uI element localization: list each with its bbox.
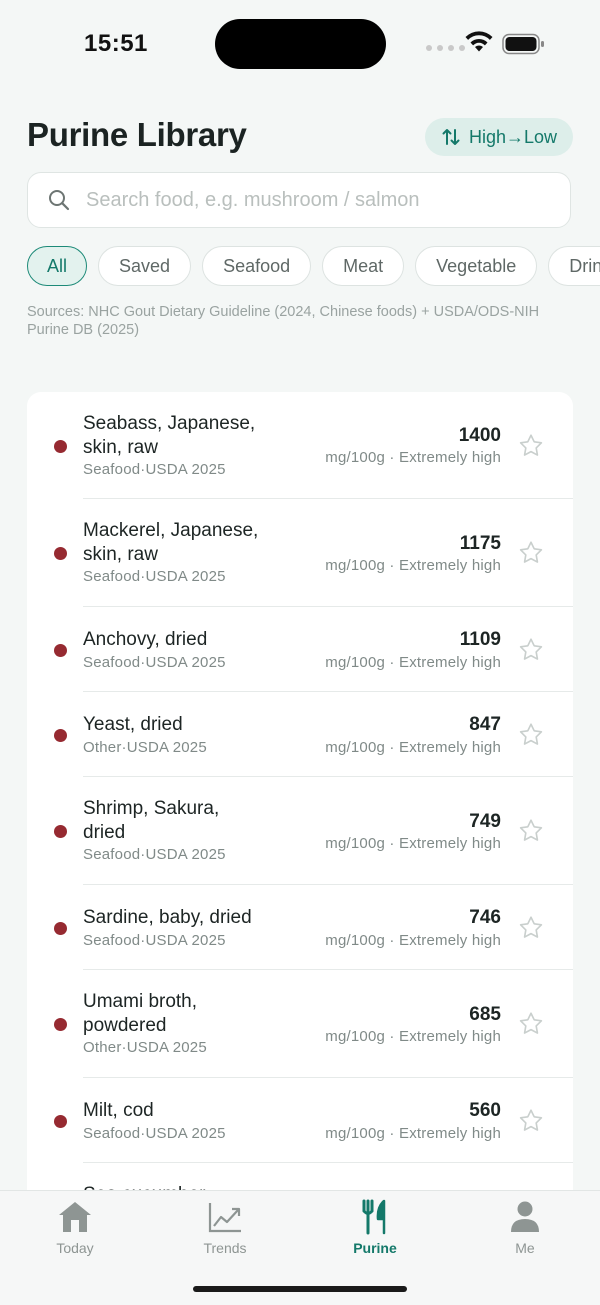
purine-unit-level: mg/100g · Extremely high xyxy=(325,1125,501,1142)
food-category-source: Other·USDA 2025 xyxy=(83,1039,207,1056)
food-row[interactable]: Anchovy, dried Seafood·USDA 2025 1109 mg… xyxy=(27,607,573,692)
home-icon xyxy=(59,1202,91,1232)
level-indicator-dot xyxy=(54,1018,67,1031)
food-name: Umami broth, powdered xyxy=(83,991,198,1036)
person-icon xyxy=(511,1201,539,1232)
food-category-source: Seafood·USDA 2025 xyxy=(83,846,226,863)
favorite-star-icon[interactable] xyxy=(517,721,545,749)
tab-purine[interactable]: Purine xyxy=(325,1199,425,1256)
food-name: Shrimp, Sakura, dried xyxy=(83,798,220,843)
status-time: 15:51 xyxy=(84,30,148,57)
sources-note: Sources: NHC Gout Dietary Guideline (202… xyxy=(27,304,540,338)
dynamic-island xyxy=(215,19,386,69)
favorite-star-icon[interactable] xyxy=(517,1107,545,1135)
food-list: Seabass, Japanese, skin, raw Seafood·USD… xyxy=(27,392,573,1292)
filter-chip-saved[interactable]: Saved xyxy=(98,246,192,286)
purine-value: 847 xyxy=(469,714,501,735)
purine-unit-level: mg/100g · Extremely high xyxy=(325,449,501,466)
purine-value: 749 xyxy=(469,811,501,832)
search-input[interactable] xyxy=(84,187,548,213)
status-bar: 15:51 xyxy=(0,0,600,90)
purine-value: 746 xyxy=(469,907,501,928)
food-row[interactable]: Shrimp, Sakura, dried Seafood·USDA 2025 … xyxy=(27,777,573,885)
purine-unit-level: mg/100g · Extremely high xyxy=(325,739,501,756)
purine-unit-level: mg/100g · Extremely high xyxy=(325,557,501,574)
favorite-star-icon[interactable] xyxy=(517,914,545,942)
filter-chip-seafood[interactable]: Seafood xyxy=(202,246,312,286)
food-row[interactable]: Sardine, baby, dried Seafood·USDA 2025 7… xyxy=(27,885,573,970)
filter-chip-drink[interactable]: Drin xyxy=(548,246,600,286)
favorite-star-icon[interactable] xyxy=(517,432,545,460)
fork-knife-icon xyxy=(362,1199,386,1235)
level-indicator-dot xyxy=(54,922,67,935)
food-category-source: Seafood·USDA 2025 xyxy=(83,654,226,671)
food-category-source: Seafood·USDA 2025 xyxy=(83,932,226,949)
food-name: Sardine, baby, dried xyxy=(83,907,252,928)
level-indicator-dot xyxy=(54,440,67,453)
favorite-star-icon[interactable] xyxy=(517,1010,545,1038)
battery-icon xyxy=(502,33,544,55)
favorite-star-icon[interactable] xyxy=(517,636,545,664)
food-row[interactable]: Mackerel, Japanese, skin, raw Seafood·US… xyxy=(27,499,573,607)
page-title: Purine Library xyxy=(27,116,247,153)
food-name: Yeast, dried xyxy=(83,714,183,735)
filter-chip-vegetable[interactable]: Vegetable xyxy=(415,246,538,286)
purine-value: 560 xyxy=(469,1100,501,1121)
tab-label: Today xyxy=(56,1240,94,1256)
food-category-source: Seafood·USDA 2025 xyxy=(83,1125,226,1142)
home-indicator xyxy=(193,1286,407,1292)
chart-icon xyxy=(208,1203,241,1233)
favorite-star-icon[interactable] xyxy=(517,817,545,845)
food-row[interactable]: Seabass, Japanese, skin, raw Seafood·USD… xyxy=(27,392,573,499)
level-indicator-dot xyxy=(54,644,67,657)
tab-label: Trends xyxy=(203,1240,247,1256)
tab-label: Purine xyxy=(353,1240,397,1256)
purine-unit-level: mg/100g · Extremely high xyxy=(325,1028,501,1045)
filter-chip-all[interactable]: All xyxy=(27,246,88,286)
search-icon xyxy=(49,190,70,211)
search-bar[interactable] xyxy=(27,172,571,228)
food-name: Milt, cod xyxy=(83,1100,154,1121)
level-indicator-dot xyxy=(54,825,67,838)
cellular-signal-icon xyxy=(426,45,465,51)
filter-chip-meat[interactable]: Meat xyxy=(322,246,405,286)
purine-unit-level: mg/100g · Extremely high xyxy=(325,654,501,671)
tab-me[interactable]: Me xyxy=(475,1199,575,1256)
sort-order-label: High→Low xyxy=(468,126,558,147)
food-name: Seabass, Japanese, skin, raw xyxy=(83,413,256,458)
food-name: Anchovy, dried xyxy=(83,629,208,650)
food-category-source: Other·USDA 2025 xyxy=(83,739,207,756)
food-row[interactable]: Umami broth, powdered Other·USDA 2025 68… xyxy=(27,970,573,1078)
food-row[interactable]: Yeast, dried Other·USDA 2025 847 mg/100g… xyxy=(27,692,573,777)
category-filter-chips: All Saved Seafood Meat Vegetable Drin xyxy=(27,246,600,286)
purine-unit-level: mg/100g · Extremely high xyxy=(325,932,501,949)
level-indicator-dot xyxy=(54,1115,67,1128)
food-category-source: Seafood·USDA 2025 xyxy=(83,461,226,478)
purine-value: 1400 xyxy=(458,425,501,446)
wifi-icon xyxy=(465,31,493,52)
food-category-source: Seafood·USDA 2025 xyxy=(83,568,226,585)
sort-arrows-icon xyxy=(442,129,460,145)
food-row[interactable]: Milt, cod Seafood·USDA 2025 560 mg/100g … xyxy=(27,1078,573,1163)
level-indicator-dot xyxy=(54,547,67,560)
favorite-star-icon[interactable] xyxy=(517,539,545,567)
purine-unit-level: mg/100g · Extremely high xyxy=(325,835,501,852)
tab-label: Me xyxy=(515,1240,535,1256)
tab-trends[interactable]: Trends xyxy=(175,1199,275,1256)
purine-value: 1175 xyxy=(459,533,501,554)
level-indicator-dot xyxy=(54,729,67,742)
tab-today[interactable]: Today xyxy=(25,1199,125,1256)
purine-value: 1109 xyxy=(459,629,501,650)
purine-value: 685 xyxy=(469,1004,501,1025)
food-name: Mackerel, Japanese, skin, raw xyxy=(83,520,259,565)
sort-order-button[interactable]: High→Low xyxy=(425,118,573,156)
